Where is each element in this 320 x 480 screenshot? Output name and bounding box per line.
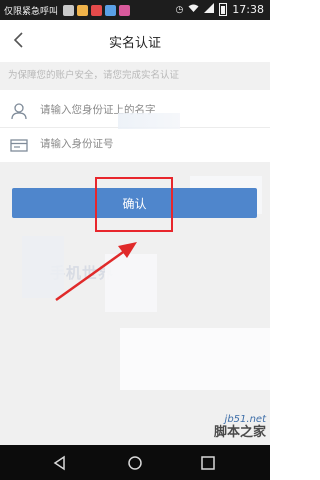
redaction-block — [118, 113, 180, 129]
clock-time: 17:38 — [232, 3, 264, 16]
notification-app-icon — [77, 5, 89, 16]
redaction-block — [120, 328, 270, 390]
id-card-icon — [10, 136, 28, 154]
carrier-text: 仅限紧急呼叫 — [4, 7, 59, 17]
confirm-button[interactable]: 确认 — [12, 188, 257, 218]
notification-app-icon — [63, 5, 75, 16]
battery-icon — [219, 3, 228, 16]
square-recent-icon[interactable] — [198, 453, 218, 473]
notification-app-icon — [91, 5, 103, 16]
notification-app-icon — [119, 5, 131, 16]
person-icon — [10, 102, 28, 120]
app-header: 实名认证 — [0, 20, 270, 63]
id-number-row — [0, 128, 270, 161]
alarm-icon: ◷ — [175, 4, 184, 15]
circle-home-icon[interactable] — [125, 453, 145, 473]
page-title: 实名认证 — [108, 36, 161, 51]
notification-app-icon — [105, 5, 117, 16]
triangle-back-icon[interactable] — [50, 453, 70, 473]
security-notice: 为保障您的账户安全，请您完成实名认证 — [0, 62, 270, 90]
status-bar: 仅限紧急呼叫 ◷ 17:38 — [0, 0, 270, 20]
redaction-block — [22, 236, 64, 298]
navigation-bar — [0, 445, 270, 480]
id-number-input[interactable] — [40, 133, 255, 155]
wifi-icon — [188, 4, 199, 16]
redaction-block — [105, 254, 157, 312]
status-bar-right: ◷ 17:38 — [170, 3, 264, 16]
status-bar-left: 仅限紧急呼叫 — [4, 4, 133, 17]
signal-icon — [204, 3, 215, 16]
